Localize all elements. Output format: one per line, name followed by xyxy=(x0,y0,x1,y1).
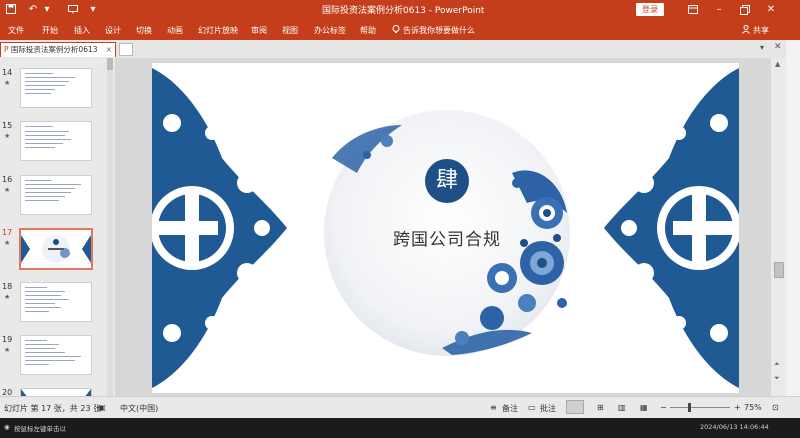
tab-review[interactable]: 审阅 xyxy=(251,25,267,36)
thumbnail-scrollbar[interactable] xyxy=(107,58,113,396)
slide-vertical-scrollbar[interactable]: ▲ ⏶ ⏷ xyxy=(771,58,786,396)
scroll-up-arrow-icon[interactable]: ▲ xyxy=(775,60,780,68)
spelling-check-icon[interactable]: ▣ xyxy=(98,403,106,412)
slide-thumbnail-panel: 14 ★ 15 ★ 16 ★ 17 ★ 18 ★ 19 ★ 20 xyxy=(0,58,115,396)
status-bar: 幻灯片 第 17 张，共 23 张 ▣ 中文(中国) ≡ 备注 ▭ 批注 ⊞ ▥… xyxy=(0,396,800,418)
tab-transitions[interactable]: 切换 xyxy=(136,25,152,36)
thumbnail-number: 17 xyxy=(2,228,13,237)
slide-editing-area: 肆 跨国公司合规 xyxy=(115,58,771,396)
recording-timestamp: 2024/06/13 14:06:44 xyxy=(700,423,769,431)
slide-thumbnail-14[interactable] xyxy=(20,68,92,108)
close-tab-icon[interactable]: × xyxy=(106,43,112,56)
tab-slideshow[interactable]: 幻灯片放映 xyxy=(198,25,238,36)
close-document-icon[interactable]: ✕ xyxy=(774,42,782,52)
star-icon: ★ xyxy=(4,346,11,354)
normal-view-icon[interactable] xyxy=(566,400,584,414)
thumbnail-number: 15 xyxy=(2,121,13,130)
ribbon-display-icon[interactable] xyxy=(684,2,702,17)
star-icon: ★ xyxy=(4,79,11,87)
person-icon[interactable] xyxy=(742,25,750,36)
comments-button[interactable]: 批注 xyxy=(540,403,556,414)
tab-view[interactable]: 视图 xyxy=(282,25,298,36)
document-tab-strip: P 国际投资法案例分析0613 × ▾ ✕ xyxy=(0,40,800,59)
tab-home[interactable]: 开始 xyxy=(42,25,58,36)
left-papercut-ornament xyxy=(152,68,287,388)
slide-thumbnail-15[interactable] xyxy=(20,121,92,161)
comments-icon[interactable]: ▭ xyxy=(528,403,536,412)
thumbnail-number: 18 xyxy=(2,282,13,291)
save-icon[interactable] xyxy=(4,2,18,17)
star-icon: ★ xyxy=(4,239,11,247)
slide-thumbnail-18[interactable] xyxy=(20,282,92,322)
zoom-level[interactable]: 75% xyxy=(744,403,762,412)
previous-slide-icon[interactable]: ⏶ xyxy=(774,360,780,369)
close-icon[interactable]: ✕ xyxy=(762,2,780,17)
fit-to-window-icon[interactable]: ⊡ xyxy=(772,403,779,412)
zoom-slider-handle[interactable] xyxy=(688,403,691,412)
recorder-hint-text: 按鼠标左键单击以 xyxy=(14,425,66,433)
minimize-icon[interactable]: – xyxy=(710,2,728,17)
lightbulb-icon[interactable] xyxy=(392,25,400,36)
zoom-slider-track[interactable] xyxy=(670,407,730,408)
tab-animations[interactable]: 动画 xyxy=(167,25,183,36)
slide-thumbnail-20[interactable] xyxy=(20,388,92,396)
thumbnail-number: 16 xyxy=(2,175,13,184)
chapter-badge-character: 肆 xyxy=(435,168,458,193)
reading-view-icon[interactable]: ▥ xyxy=(618,403,626,412)
document-tab-label: 国际投资法案例分析0613 xyxy=(10,45,98,54)
restore-icon[interactable] xyxy=(736,2,754,17)
ribbon-tabs: 文件 开始 插入 设计 切换 动画 幻灯片放映 审阅 视图 办公标签 帮助 告诉… xyxy=(0,20,800,40)
right-edge-strip xyxy=(786,40,800,396)
undo-dropdown-icon[interactable]: ▾ xyxy=(40,2,54,17)
tab-help[interactable]: 帮助 xyxy=(360,25,376,36)
zoom-out-icon[interactable]: − xyxy=(660,403,667,412)
powerpoint-file-icon: P xyxy=(4,45,9,54)
right-papercut-ornament xyxy=(604,68,739,388)
tab-file[interactable]: 文件 xyxy=(8,25,24,36)
notes-icon[interactable]: ≡ xyxy=(490,403,497,412)
zoom-in-icon[interactable]: + xyxy=(734,403,741,412)
login-button[interactable]: 登录 xyxy=(636,3,664,16)
tell-me-search[interactable]: 告诉我你想要做什么 xyxy=(403,25,475,36)
slide-counter: 幻灯片 第 17 张，共 23 张 xyxy=(4,404,102,413)
document-tab[interactable]: P 国际投资法案例分析0613 × xyxy=(0,42,116,57)
title-bar: ↶ ▾ ▾ 国际投资法案例分析0613 - PowerPoint 登录 – ✕ xyxy=(0,0,800,20)
tab-list-chevron-icon[interactable]: ▾ xyxy=(760,43,764,52)
thumbnail-number: 20 xyxy=(2,388,13,396)
thumbnail-number: 14 xyxy=(2,68,13,77)
recorder-icon: ◉ xyxy=(4,423,10,431)
customize-toolbar-icon[interactable]: ▾ xyxy=(86,2,100,17)
thumbnail-number: 19 xyxy=(2,335,13,344)
tab-office-tab[interactable]: 办公标签 xyxy=(314,25,346,36)
slide-title[interactable]: 跨国公司合规 xyxy=(347,225,547,250)
undo-icon[interactable]: ↶ xyxy=(26,2,40,17)
present-icon[interactable] xyxy=(66,2,80,17)
scrollbar-thumb[interactable] xyxy=(774,262,784,278)
slide-thumbnail-19[interactable] xyxy=(20,335,92,375)
screen-recorder-bar: ◉ 按鼠标左键单击以 2024/06/13 14:06:44 xyxy=(0,418,800,438)
notes-button[interactable]: 备注 xyxy=(502,403,518,414)
slide-sorter-icon[interactable]: ⊞ xyxy=(597,403,604,412)
new-tab-button[interactable] xyxy=(119,43,133,56)
current-slide[interactable]: 肆 跨国公司合规 xyxy=(152,63,739,393)
slideshow-view-icon[interactable]: ▦ xyxy=(640,403,648,412)
star-icon: ★ xyxy=(4,186,11,194)
window-title: 国际投资法案例分析0613 - PowerPoint xyxy=(322,6,485,16)
star-icon: ★ xyxy=(4,293,11,301)
star-icon: ★ xyxy=(4,132,11,140)
tab-insert[interactable]: 插入 xyxy=(74,25,90,36)
tab-design[interactable]: 设计 xyxy=(105,25,121,36)
slide-thumbnail-17[interactable] xyxy=(19,228,93,270)
slide-thumbnail-16[interactable] xyxy=(20,175,92,215)
share-button[interactable]: 共享 xyxy=(753,25,769,36)
next-slide-icon[interactable]: ⏷ xyxy=(774,374,780,383)
language-indicator[interactable]: 中文(中国) xyxy=(120,403,158,414)
